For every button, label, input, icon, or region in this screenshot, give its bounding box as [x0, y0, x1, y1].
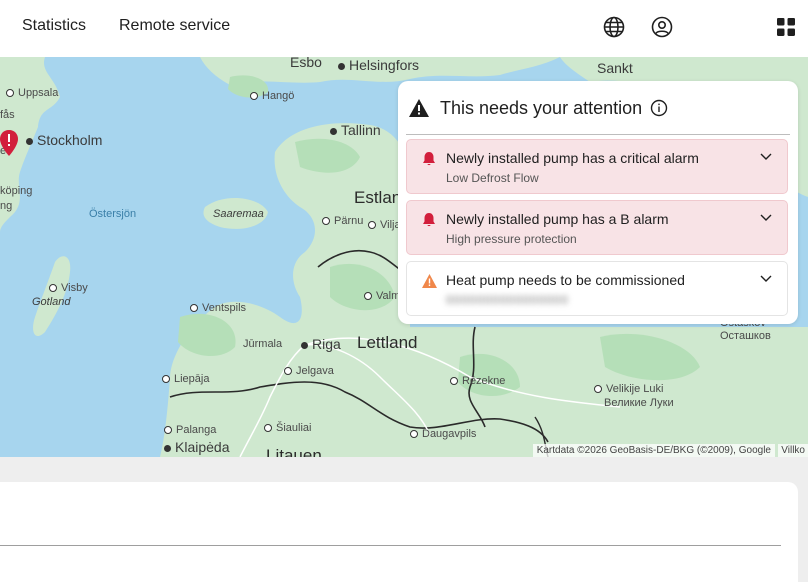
map-label: Liepāja	[162, 373, 209, 385]
alert-title: Newly installed pump has a B alarm	[446, 211, 669, 227]
chevron-down-icon[interactable]	[759, 213, 773, 223]
alert-title: Heat pump needs to be commissioned	[446, 272, 685, 288]
map-label: Jelgava	[284, 365, 334, 377]
attention-item-commission[interactable]: Heat pump needs to be commissioned 00000…	[406, 261, 788, 316]
globe-icon[interactable]	[602, 15, 626, 39]
city-dot	[164, 444, 171, 452]
city-dot	[450, 377, 458, 386]
nav-statistics[interactable]: Statistics	[22, 17, 86, 35]
info-icon[interactable]	[650, 99, 668, 117]
city-dot	[190, 304, 198, 313]
map-label: Visby	[49, 282, 88, 294]
city-dot	[162, 375, 170, 384]
map-label: Tallinn	[330, 122, 381, 138]
map-label: Esbo	[290, 57, 322, 70]
divider	[406, 134, 790, 135]
city-dot	[250, 92, 258, 101]
map-label: Klaipėda	[164, 439, 230, 455]
attention-title: This needs your attention	[440, 97, 643, 118]
map-label: Великие Луки	[604, 397, 674, 409]
city-dot	[364, 292, 372, 301]
map-label: Jūrmala	[243, 338, 283, 350]
map-label: fås	[0, 109, 15, 121]
city-dot	[594, 385, 602, 394]
map-alarm-pin-icon[interactable]	[0, 129, 19, 157]
warning-triangle-icon	[409, 99, 429, 117]
city-dot	[264, 424, 272, 433]
map-label: Stockholm	[26, 132, 102, 148]
attention-item-b-alarm[interactable]: Newly installed pump has a B alarm High …	[406, 200, 788, 255]
chevron-down-icon[interactable]	[759, 152, 773, 162]
map-label: Riga	[301, 336, 341, 352]
map-label: Estlan	[354, 188, 402, 207]
city-dot	[322, 217, 330, 226]
attention-item-critical-alarm[interactable]: Newly installed pump has a critical alar…	[406, 139, 788, 194]
map-label: Rēzekne	[450, 375, 505, 387]
chevron-down-icon[interactable]	[759, 274, 773, 284]
map-attribution: Kartdata ©2026 GeoBasis-DE/BKG (©2009), …	[532, 444, 775, 457]
map-label: Valmi	[364, 290, 403, 302]
map-label: Gotland	[32, 296, 71, 308]
city-dot	[301, 341, 308, 349]
map-label: Hangö	[250, 90, 294, 102]
map-label: Uppsala	[6, 87, 58, 99]
user-circle-icon[interactable]	[650, 15, 674, 39]
map-label: Ventspils	[190, 302, 246, 314]
bell-icon	[423, 213, 435, 227]
map-label: Velikije Luki	[594, 383, 663, 395]
map-label: Sankt	[597, 60, 633, 76]
nav-remote-service[interactable]: Remote service	[119, 17, 230, 35]
city-dot	[164, 426, 172, 435]
alert-subtitle-redacted: 0000000000000000	[446, 293, 569, 307]
bell-icon	[423, 152, 435, 166]
divider	[0, 545, 781, 546]
city-dot	[26, 137, 33, 145]
map-label: Осташков	[720, 330, 771, 342]
content-card	[0, 482, 798, 582]
map-label: ng	[0, 200, 13, 212]
map-label: köping	[0, 185, 33, 197]
map-label: Vilja	[368, 219, 401, 231]
city-dot	[6, 89, 14, 98]
map-label: Saaremaa	[213, 208, 264, 220]
city-dot	[49, 284, 57, 293]
apps-grid-icon[interactable]	[776, 17, 796, 37]
city-dot	[410, 430, 418, 439]
map-label: Lettland	[357, 333, 418, 352]
city-dot	[330, 127, 337, 135]
map-label: Daugavpils	[410, 428, 476, 440]
map-terms-link[interactable]: Villko	[778, 444, 808, 457]
city-dot	[338, 62, 345, 70]
map-label: Palanga	[164, 424, 216, 436]
warning-triangle-icon	[422, 274, 437, 288]
alert-title: Newly installed pump has a critical alar…	[446, 150, 699, 166]
city-dot	[284, 367, 292, 376]
map-label: Helsingfors	[338, 57, 419, 73]
map-label: Pärnu	[322, 215, 363, 227]
map-label: Östersjön	[89, 208, 137, 220]
top-navigation: Statistics Remote service	[0, 0, 808, 57]
attention-header: This needs your attention	[408, 93, 668, 123]
map-label: Šiauliai	[264, 422, 311, 434]
alert-subtitle: High pressure protection	[446, 232, 577, 246]
map-label: Litauen	[266, 446, 322, 457]
alert-subtitle: Low Defrost Flow	[446, 171, 539, 185]
attention-panel: This needs your attention Newly installe…	[398, 81, 798, 324]
city-dot	[368, 221, 376, 230]
